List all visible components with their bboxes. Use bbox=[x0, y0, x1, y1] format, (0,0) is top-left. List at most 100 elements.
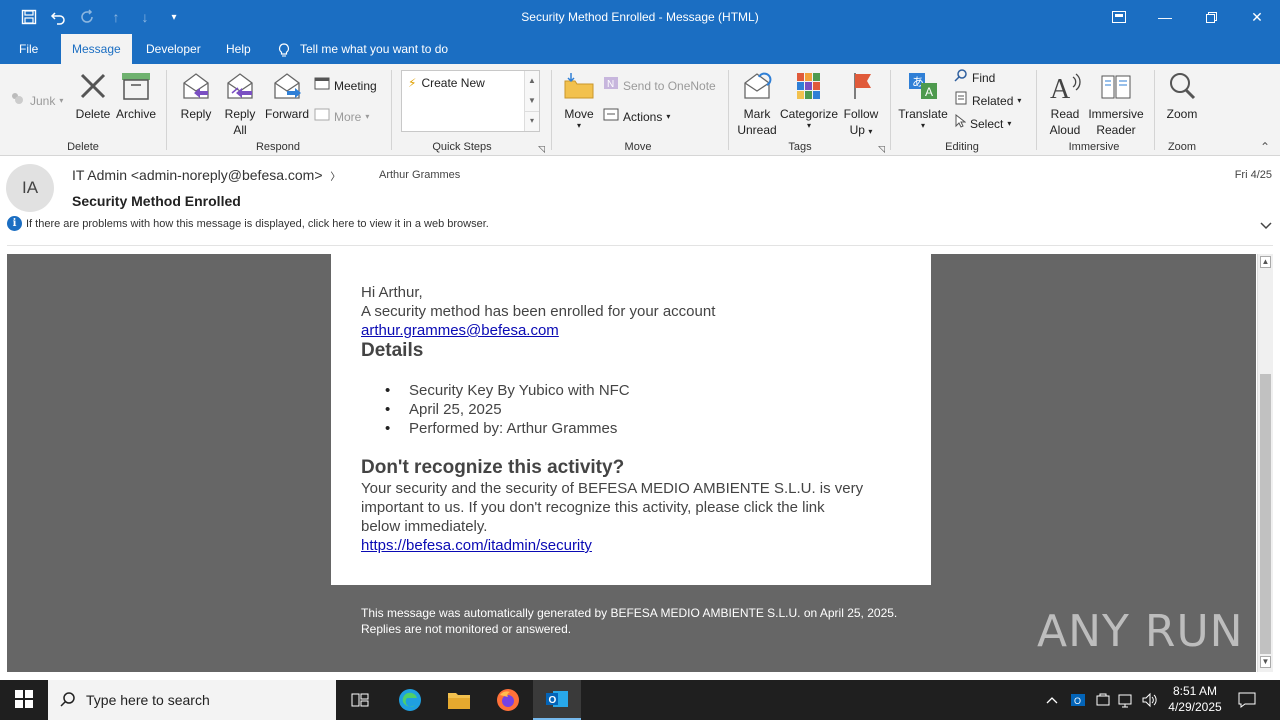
taskbar-search[interactable]: Type here to search bbox=[48, 680, 336, 720]
actions-button[interactable]: Actions ▾ bbox=[603, 107, 670, 127]
warning-line-3: below immediately. bbox=[361, 518, 488, 535]
reply-all-label-1: Reply bbox=[224, 107, 256, 121]
firefox-icon[interactable] bbox=[484, 680, 532, 720]
avatar: IA bbox=[6, 164, 54, 212]
expand-header-icon[interactable] bbox=[1260, 219, 1272, 233]
send-onenote-label: Send to OneNote bbox=[623, 79, 716, 93]
zoom-button[interactable]: Zoom bbox=[1162, 68, 1202, 122]
info-icon: i bbox=[7, 216, 22, 231]
quick-steps-launcher-icon[interactable]: ◹ bbox=[538, 144, 545, 155]
reply-all-icon bbox=[222, 68, 258, 104]
delete-label: Delete bbox=[75, 107, 111, 121]
tags-launcher-icon[interactable]: ◹ bbox=[878, 144, 885, 155]
clock-time: 8:51 AM bbox=[1172, 684, 1218, 698]
read-aloud-button[interactable]: A Read Aloud bbox=[1044, 68, 1086, 138]
show-hidden-icons[interactable] bbox=[1046, 680, 1058, 720]
edge-icon[interactable] bbox=[386, 680, 434, 720]
search-icon bbox=[60, 691, 76, 710]
forward-button[interactable]: Forward bbox=[262, 68, 312, 122]
close-icon[interactable]: ✕ bbox=[1234, 0, 1280, 34]
move-button[interactable]: Move ▾ bbox=[560, 68, 598, 130]
tab-developer[interactable]: Developer bbox=[135, 34, 212, 64]
scroll-down-icon[interactable]: ▼ bbox=[525, 91, 539, 111]
immersive-reader-button[interactable]: Immersive Reader bbox=[1086, 68, 1146, 138]
send-to-onenote-button[interactable]: N Send to OneNote bbox=[603, 76, 716, 96]
security-link[interactable]: https://befesa.com/itadmin/security bbox=[361, 537, 592, 554]
tell-me-text: Tell me what you want to do bbox=[300, 42, 449, 56]
categorize-button[interactable]: Categorize ▾ bbox=[780, 68, 838, 130]
actions-label: Actions bbox=[623, 110, 663, 124]
find-button[interactable]: Find bbox=[954, 68, 995, 88]
tags-group-label: Tags bbox=[788, 141, 812, 153]
minimize-icon[interactable]: — bbox=[1142, 0, 1188, 34]
move-folder-icon bbox=[561, 68, 597, 104]
delete-button[interactable]: Delete bbox=[74, 68, 112, 122]
respond-group-label: Respond bbox=[255, 141, 301, 153]
reply-all-button[interactable]: Reply All bbox=[218, 68, 262, 138]
restore-icon[interactable] bbox=[1188, 0, 1234, 34]
reply-all-label-2: All bbox=[233, 123, 247, 137]
title-bar: ↑ ↓ ▾ Security Method Enrolled - Message… bbox=[0, 0, 1280, 34]
follow-up-button[interactable]: Follow Up ▾ bbox=[840, 68, 882, 140]
window-title: Security Method Enrolled - Message (HTML… bbox=[521, 10, 759, 24]
quick-steps-gallery[interactable]: ⚡ Create New ▲ ▼ ▾ bbox=[401, 70, 540, 132]
account-link[interactable]: arthur.grammes@befesa.com bbox=[361, 322, 559, 339]
select-button[interactable]: Select ▾ bbox=[954, 113, 1011, 134]
tray-app-icon[interactable] bbox=[1095, 680, 1111, 720]
recipient[interactable]: Arthur Grammes bbox=[379, 169, 460, 181]
outlook-tray-icon[interactable]: O bbox=[1070, 680, 1086, 720]
scroll-thumb[interactable] bbox=[1260, 374, 1271, 654]
create-new-label: Create New bbox=[421, 76, 485, 90]
task-view-icon[interactable] bbox=[336, 680, 384, 720]
info-bar[interactable]: i If there are problems with how this me… bbox=[7, 216, 489, 231]
mark-unread-button[interactable]: Mark Unread bbox=[736, 68, 778, 138]
lightbulb-icon bbox=[278, 34, 290, 64]
related-button[interactable]: Related ▾ bbox=[954, 91, 1021, 111]
notifications-icon[interactable] bbox=[1238, 680, 1256, 720]
windows-icon bbox=[15, 689, 33, 711]
group-separator bbox=[551, 70, 552, 150]
expand-gallery-icon[interactable]: ▾ bbox=[525, 111, 539, 129]
start-button[interactable] bbox=[0, 680, 48, 720]
tab-file[interactable]: File bbox=[8, 34, 49, 64]
collapse-ribbon-icon[interactable]: ⌃ bbox=[1260, 140, 1270, 154]
vertical-scrollbar[interactable]: ▲ ▼ bbox=[1257, 254, 1273, 672]
related-icon bbox=[954, 91, 968, 111]
volume-icon[interactable] bbox=[1142, 680, 1158, 720]
delete-group-label: Delete bbox=[67, 141, 99, 153]
ribbon-display-options-icon[interactable] bbox=[1096, 0, 1142, 34]
scroll-up-icon[interactable]: ▲ bbox=[525, 71, 539, 91]
meeting-button[interactable]: Meeting bbox=[314, 76, 377, 96]
network-icon[interactable] bbox=[1118, 680, 1136, 720]
svg-text:O: O bbox=[1074, 696, 1081, 706]
outlook-taskbar-icon[interactable]: O bbox=[533, 680, 581, 720]
find-icon bbox=[954, 68, 968, 88]
archive-button[interactable]: Archive bbox=[114, 68, 158, 122]
create-new-quick-step[interactable]: ⚡ Create New bbox=[408, 76, 485, 90]
sender[interactable]: IT Admin <admin-noreply@befesa.com> 〉 bbox=[72, 167, 340, 183]
greeting: Hi Arthur, bbox=[361, 284, 423, 301]
related-label: Related bbox=[972, 94, 1014, 108]
junk-button[interactable]: Junk ▾ bbox=[10, 91, 63, 111]
forward-label: Forward bbox=[264, 107, 309, 121]
translate-button[interactable]: あA Translate ▾ bbox=[896, 68, 950, 130]
move-label: Move bbox=[564, 107, 594, 121]
archive-icon bbox=[118, 68, 154, 104]
sender-dropdown-icon[interactable]: 〉 bbox=[330, 172, 340, 183]
scroll-down-icon[interactable]: ▼ bbox=[1260, 656, 1271, 668]
tell-me-search[interactable]: Tell me what you want to do bbox=[278, 34, 448, 64]
mark-unread-icon bbox=[739, 68, 775, 104]
cursor-icon bbox=[954, 113, 967, 134]
scroll-up-icon[interactable]: ▲ bbox=[1260, 256, 1271, 268]
move-group-label: Move bbox=[624, 141, 652, 153]
message-body: Hi Arthur, A security method has been en… bbox=[7, 254, 1256, 672]
more-icon bbox=[314, 107, 330, 127]
reply-button[interactable]: Reply bbox=[176, 68, 216, 122]
quick-steps-scroll[interactable]: ▲ ▼ ▾ bbox=[524, 71, 539, 131]
more-respond-button[interactable]: More ▾ bbox=[314, 107, 369, 127]
clock[interactable]: 8:51 AM 4/29/2025 bbox=[1158, 683, 1232, 715]
file-explorer-icon[interactable] bbox=[435, 680, 483, 720]
follow-up-label-1: Follow bbox=[843, 107, 879, 121]
tab-help[interactable]: Help bbox=[215, 34, 262, 64]
tab-message[interactable]: Message bbox=[61, 34, 132, 64]
